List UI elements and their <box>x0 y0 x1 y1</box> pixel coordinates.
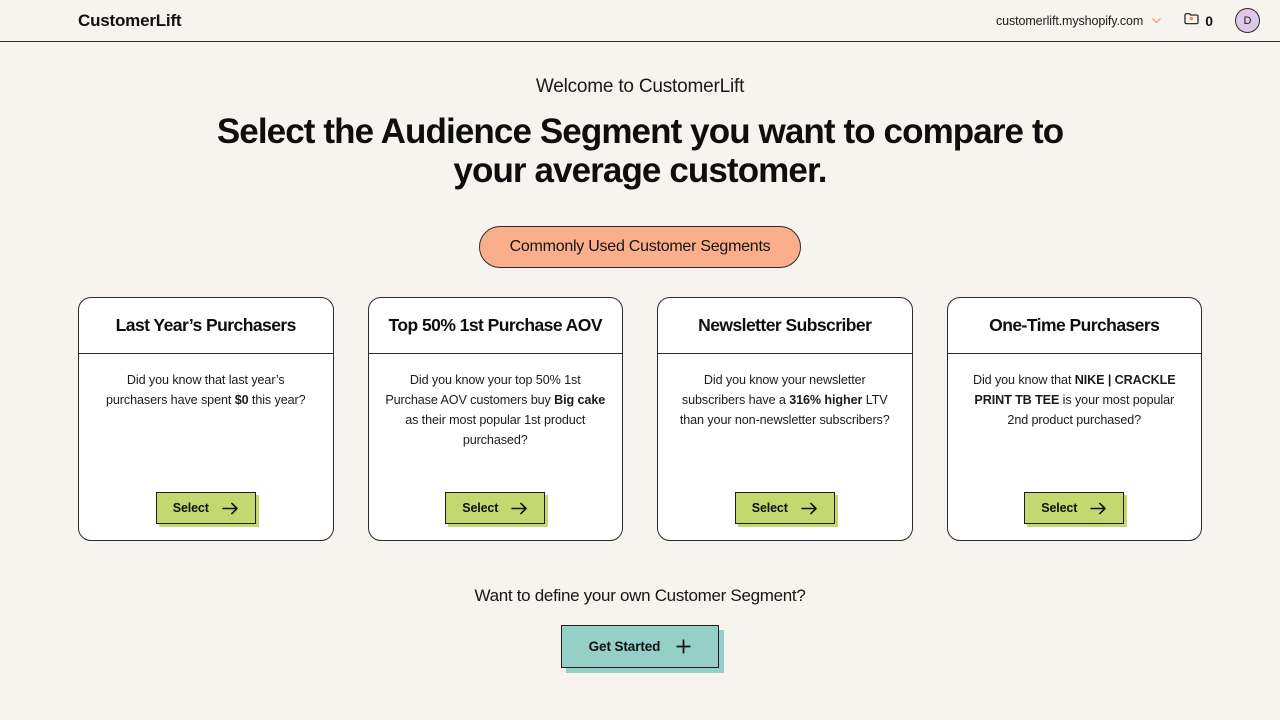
arrow-right-icon <box>1090 502 1107 515</box>
select-button[interactable]: Select <box>1024 492 1124 524</box>
segment-card-title: Top 50% 1st Purchase AOV <box>389 315 602 336</box>
segment-card-actions: Select <box>964 480 1186 524</box>
select-button-label: Select <box>462 501 498 515</box>
notifications-button[interactable]: 0 <box>1184 12 1213 30</box>
segment-card-title: One-Time Purchasers <box>989 315 1159 336</box>
segment-card-title: Newsletter Subscriber <box>698 315 871 336</box>
select-button[interactable]: Select <box>445 492 545 524</box>
top-bar: CustomerLift customerlift.myshopify.com … <box>0 0 1280 42</box>
select-button-label: Select <box>1041 501 1077 515</box>
segment-card-header: Last Year’s Purchasers <box>79 298 333 354</box>
page-title: Select the Audience Segment you want to … <box>210 112 1070 190</box>
segment-card[interactable]: One-Time Purchasers Did you know that NI… <box>947 297 1203 541</box>
app-logo[interactable]: CustomerLift <box>78 11 181 31</box>
avatar-initial: D <box>1244 15 1252 27</box>
segment-card-body: Did you know that last year’s purchasers… <box>79 354 333 540</box>
select-button[interactable]: Select <box>735 492 835 524</box>
segment-card-description: Did you know your newsletter subscribers… <box>674 371 896 431</box>
avatar[interactable]: D <box>1235 8 1260 33</box>
get-started-button[interactable]: Get Started <box>561 625 720 668</box>
segment-card-description: Did you know that NIKE | CRACKLE PRINT T… <box>964 371 1186 431</box>
segment-card-actions: Select <box>385 480 607 524</box>
arrow-right-icon <box>222 502 239 515</box>
segment-card-body: Did you know your top 50% 1st Purchase A… <box>369 354 623 540</box>
welcome-text: Welcome to CustomerLift <box>0 76 1280 98</box>
shop-switcher[interactable]: customerlift.myshopify.com <box>996 14 1162 28</box>
commonly-used-segments-pill[interactable]: Commonly Used Customer Segments <box>479 226 802 268</box>
segment-card-title: Last Year’s Purchasers <box>116 315 296 336</box>
segment-card[interactable]: Top 50% 1st Purchase AOV Did you know yo… <box>368 297 624 541</box>
plus-icon <box>676 639 691 654</box>
custom-segment-cta: Want to define your own Customer Segment… <box>0 586 1280 668</box>
segment-card-header: Newsletter Subscriber <box>658 298 912 354</box>
segment-card-actions: Select <box>674 480 896 524</box>
select-button-label: Select <box>752 501 788 515</box>
segment-card-header: One-Time Purchasers <box>948 298 1202 354</box>
segment-card-body: Did you know that NIKE | CRACKLE PRINT T… <box>948 354 1202 540</box>
hero-section: Welcome to CustomerLift Select the Audie… <box>0 42 1280 190</box>
select-button-label: Select <box>173 501 209 515</box>
segment-card[interactable]: Newsletter Subscriber Did you know your … <box>657 297 913 541</box>
custom-segment-question: Want to define your own Customer Segment… <box>0 586 1280 606</box>
segment-card-description: Did you know your top 50% 1st Purchase A… <box>385 371 607 451</box>
chevron-down-icon <box>1151 15 1162 26</box>
segment-card-list: Last Year’s Purchasers Did you know that… <box>0 297 1280 541</box>
segment-card-header: Top 50% 1st Purchase AOV <box>369 298 623 354</box>
get-started-label: Get Started <box>589 639 661 654</box>
segment-card-actions: Select <box>95 480 317 524</box>
notification-count: 0 <box>1205 13 1213 29</box>
segment-card-description: Did you know that last year’s purchasers… <box>95 371 317 411</box>
select-button[interactable]: Select <box>156 492 256 524</box>
shop-domain-label: customerlift.myshopify.com <box>996 14 1143 28</box>
segments-pill-row: Commonly Used Customer Segments <box>0 226 1280 268</box>
folder-icon <box>1184 12 1199 30</box>
top-bar-actions: customerlift.myshopify.com 0 D <box>996 8 1260 33</box>
segment-card-body: Did you know your newsletter subscribers… <box>658 354 912 540</box>
arrow-right-icon <box>801 502 818 515</box>
segment-card[interactable]: Last Year’s Purchasers Did you know that… <box>78 297 334 541</box>
arrow-right-icon <box>511 502 528 515</box>
